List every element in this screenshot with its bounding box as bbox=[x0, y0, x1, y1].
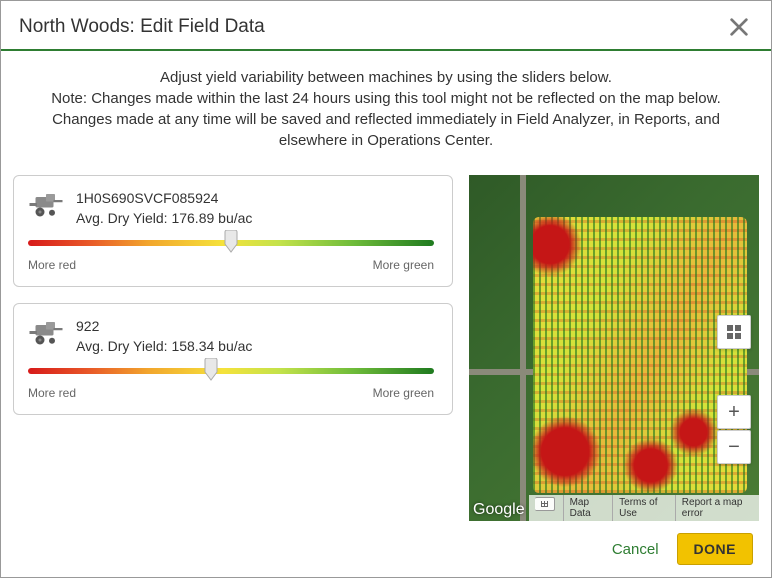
content-area: 1H0S690SVCF085924 Avg. Dry Yield: 176.89… bbox=[1, 163, 771, 521]
machine-info: 922 Avg. Dry Yield: 158.34 bu/ac bbox=[76, 318, 252, 354]
done-button[interactable]: DONE bbox=[677, 533, 753, 565]
slider-label-left: More red bbox=[28, 258, 76, 272]
slider-labels: More red More green bbox=[28, 386, 434, 400]
machine-header: 922 Avg. Dry Yield: 158.34 bu/ac bbox=[28, 318, 434, 354]
zoom-in-button[interactable]: + bbox=[717, 395, 751, 429]
machine-yield: Avg. Dry Yield: 158.34 bu/ac bbox=[76, 338, 252, 354]
attribution-links: Map Data Terms of Use Report a map error bbox=[529, 495, 759, 521]
close-button[interactable] bbox=[725, 13, 753, 41]
yield-slider[interactable] bbox=[28, 240, 434, 246]
slider-label-left: More red bbox=[28, 386, 76, 400]
keyboard-shortcuts-button[interactable] bbox=[529, 495, 563, 521]
zoom-out-button[interactable]: − bbox=[717, 430, 751, 464]
dialog-header: North Woods: Edit Field Data bbox=[1, 1, 771, 51]
layers-button[interactable] bbox=[717, 315, 751, 349]
combine-icon bbox=[28, 192, 64, 220]
machine-card: 922 Avg. Dry Yield: 158.34 bu/ac More re… bbox=[13, 303, 453, 415]
slider-labels: More red More green bbox=[28, 258, 434, 272]
combine-icon bbox=[28, 320, 64, 348]
machine-yield: Avg. Dry Yield: 176.89 bu/ac bbox=[76, 210, 252, 226]
dialog-title: North Woods: Edit Field Data bbox=[19, 16, 265, 38]
slider-thumb[interactable] bbox=[203, 358, 219, 382]
yield-overlay bbox=[533, 217, 748, 494]
google-logo: Google bbox=[469, 499, 529, 521]
machine-list: 1H0S690SVCF085924 Avg. Dry Yield: 176.89… bbox=[13, 175, 453, 521]
map-zoom-controls: + − bbox=[717, 395, 751, 464]
terms-link[interactable]: Terms of Use bbox=[612, 495, 675, 521]
slider-label-right: More green bbox=[373, 386, 434, 400]
machine-header: 1H0S690SVCF085924 Avg. Dry Yield: 176.89… bbox=[28, 190, 434, 226]
machine-card: 1H0S690SVCF085924 Avg. Dry Yield: 176.89… bbox=[13, 175, 453, 287]
report-error-link[interactable]: Report a map error bbox=[675, 495, 759, 521]
slider-track bbox=[28, 368, 434, 374]
grid-icon bbox=[726, 324, 742, 340]
intro-line-2: Note: Changes made within the last 24 ho… bbox=[31, 88, 741, 151]
map-panel[interactable]: + − Google Map Data Terms of Use Report … bbox=[469, 175, 759, 521]
map-data-link[interactable]: Map Data bbox=[563, 495, 613, 521]
map-attribution: Google Map Data Terms of Use Report a ma… bbox=[469, 495, 759, 521]
close-icon bbox=[728, 16, 750, 38]
machine-name: 922 bbox=[76, 318, 252, 334]
machine-info: 1H0S690SVCF085924 Avg. Dry Yield: 176.89… bbox=[76, 190, 252, 226]
edit-field-data-dialog: North Woods: Edit Field Data Adjust yiel… bbox=[0, 0, 772, 578]
intro-text: Adjust yield variability between machine… bbox=[1, 51, 771, 163]
map-layer-controls bbox=[717, 315, 751, 349]
machine-name: 1H0S690SVCF085924 bbox=[76, 190, 252, 206]
keyboard-icon bbox=[535, 497, 555, 511]
slider-label-right: More green bbox=[373, 258, 434, 272]
intro-line-1: Adjust yield variability between machine… bbox=[31, 67, 741, 88]
dialog-footer: Cancel DONE bbox=[1, 521, 771, 577]
yield-slider[interactable] bbox=[28, 368, 434, 374]
cancel-button[interactable]: Cancel bbox=[612, 541, 659, 558]
slider-thumb[interactable] bbox=[223, 230, 239, 254]
